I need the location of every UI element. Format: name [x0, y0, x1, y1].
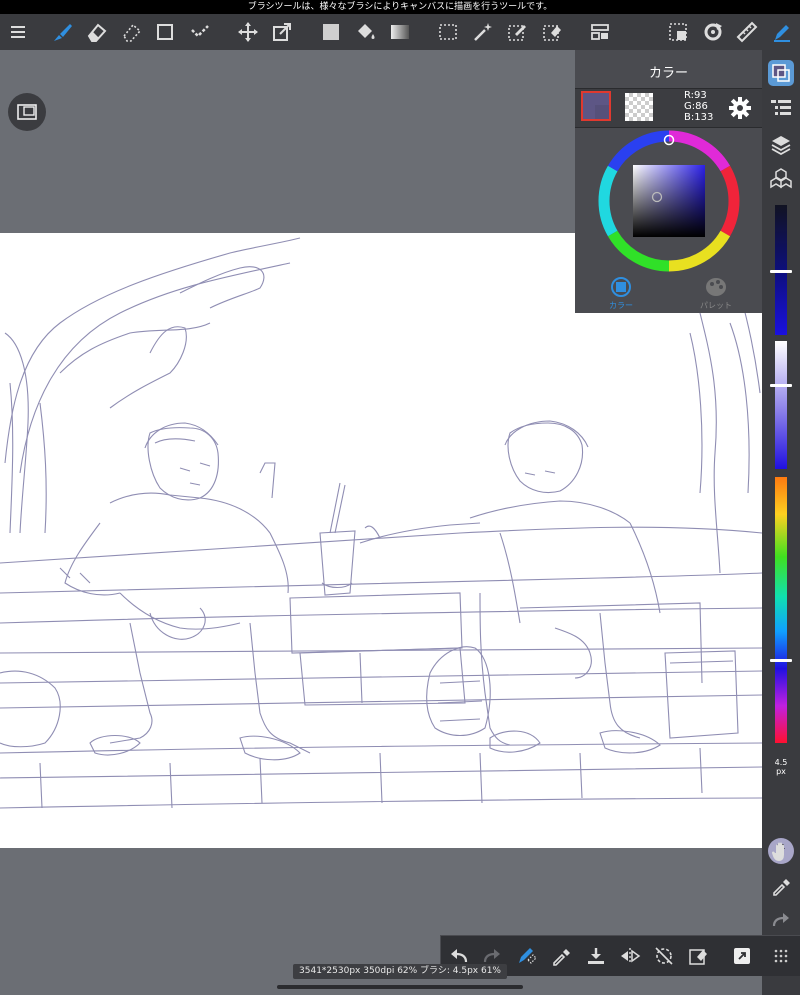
color-panel-button[interactable]	[768, 60, 794, 86]
fit-view-button[interactable]	[8, 93, 46, 131]
bucket-icon[interactable]	[351, 18, 379, 46]
tool-tip-bar: ブラシツールは、様々なブラシによりキャンバスに描画を行うツールです。	[0, 0, 800, 14]
redo-icon	[772, 913, 789, 927]
saturation-slider[interactable]	[770, 341, 792, 469]
brush-settings-button[interactable]	[767, 94, 795, 122]
transparent-color-swatch[interactable]	[625, 93, 653, 121]
color-panel-title: カラー	[648, 66, 688, 81]
grid-menu-button[interactable]	[767, 942, 795, 970]
clear-selection-button[interactable]	[684, 942, 712, 970]
flip-icon	[621, 948, 641, 964]
select-clear-icon	[689, 949, 707, 965]
rgb-r: R:93	[684, 90, 707, 101]
pen-eraser-icon	[519, 948, 537, 964]
expand-button[interactable]	[728, 942, 756, 970]
palette-icon	[706, 278, 726, 296]
layout-icon[interactable]	[586, 18, 614, 46]
color-panel: カラー R:93 G:86 B:133 カラー パレット	[575, 50, 762, 313]
brush-size-value: 4.5	[774, 758, 788, 767]
rgb-b: B:133	[684, 112, 714, 123]
gear-icon[interactable]	[727, 95, 753, 121]
rectangle-icon[interactable]	[151, 18, 179, 46]
brush-icon[interactable]	[48, 18, 76, 46]
main-color-swatch[interactable]	[581, 91, 611, 121]
eraser-icon[interactable]	[82, 18, 110, 46]
eyedropper-bottom-icon	[553, 949, 570, 966]
save-button[interactable]	[582, 942, 610, 970]
rotate-icon[interactable]	[699, 18, 727, 46]
saturation-knob[interactable]	[770, 384, 792, 387]
color-wheel[interactable]	[598, 130, 740, 272]
brush-size-unit: px	[776, 767, 786, 776]
undo-icon	[451, 949, 468, 963]
layers-icon	[771, 136, 791, 155]
move-icon[interactable]	[234, 18, 262, 46]
hue-slider[interactable]	[770, 477, 792, 743]
color-tab-icon	[611, 277, 631, 297]
correction-icon[interactable]	[186, 18, 214, 46]
brightness-slider[interactable]	[770, 205, 792, 335]
brightness-knob[interactable]	[770, 270, 792, 273]
eyedropper-button[interactable]	[767, 872, 795, 900]
tab-palette-label: パレット	[700, 301, 732, 310]
layers-button[interactable]	[767, 130, 795, 158]
eyedropper-bottom-button[interactable]	[547, 942, 575, 970]
grid-dots-icon	[774, 949, 788, 963]
hue-knob[interactable]	[770, 659, 792, 662]
cubes-icon	[770, 168, 792, 189]
menu-icon[interactable]	[4, 18, 32, 46]
swatch-back	[595, 105, 609, 119]
select-rect-icon[interactable]	[434, 18, 462, 46]
select-all-icon[interactable]	[664, 18, 692, 46]
status-bar: 3541*2530px 350dpi 62% ブラシ: 4.5px 61%	[293, 964, 507, 979]
magic-wand-icon[interactable]	[469, 18, 497, 46]
drawing-canvas[interactable]	[0, 233, 762, 848]
brush-size-label[interactable]: 4.5 px	[762, 758, 800, 776]
materials-button[interactable]	[767, 164, 795, 192]
redo-bottom-icon	[483, 949, 500, 963]
fill-color-icon[interactable]	[317, 18, 345, 46]
brush-settings-icon	[771, 100, 791, 115]
expand-icon	[734, 948, 750, 964]
hand-icon	[772, 842, 784, 861]
fit-view-icon	[17, 104, 37, 120]
rotate-reset-icon	[655, 947, 673, 965]
color-icon	[772, 64, 790, 82]
ruler-icon[interactable]	[733, 18, 761, 46]
color-swatch-row: R:93 G:86 B:133	[575, 88, 762, 128]
select-pen-icon[interactable]	[503, 18, 531, 46]
dotted-eraser-icon[interactable]	[117, 18, 145, 46]
color-panel-tabs: カラー パレット	[575, 274, 762, 313]
redo-button[interactable]	[767, 906, 795, 934]
eyedropper-icon	[773, 879, 790, 896]
rotate-reset-button[interactable]	[650, 942, 678, 970]
right-side-panel: 4.5 px 61 %	[762, 50, 800, 995]
gradient-icon[interactable]	[386, 18, 414, 46]
rgb-readout: R:93 G:86 B:133	[684, 90, 713, 123]
select-eraser-icon[interactable]	[538, 18, 566, 46]
top-toolbar	[0, 14, 800, 50]
transform-icon[interactable]	[268, 18, 296, 46]
pen-icon[interactable]	[768, 18, 796, 46]
download-icon	[588, 948, 604, 964]
tab-palette[interactable]: パレット	[686, 276, 746, 312]
hand-button[interactable]	[767, 838, 795, 866]
sketch-artwork	[0, 237, 762, 809]
rgb-g: G:86	[684, 101, 708, 112]
home-indicator	[277, 985, 523, 989]
tab-color[interactable]: カラー	[591, 276, 651, 312]
tab-color-label: カラー	[609, 301, 633, 310]
flip-button[interactable]	[616, 942, 644, 970]
transparent-color-button[interactable]	[512, 942, 540, 970]
